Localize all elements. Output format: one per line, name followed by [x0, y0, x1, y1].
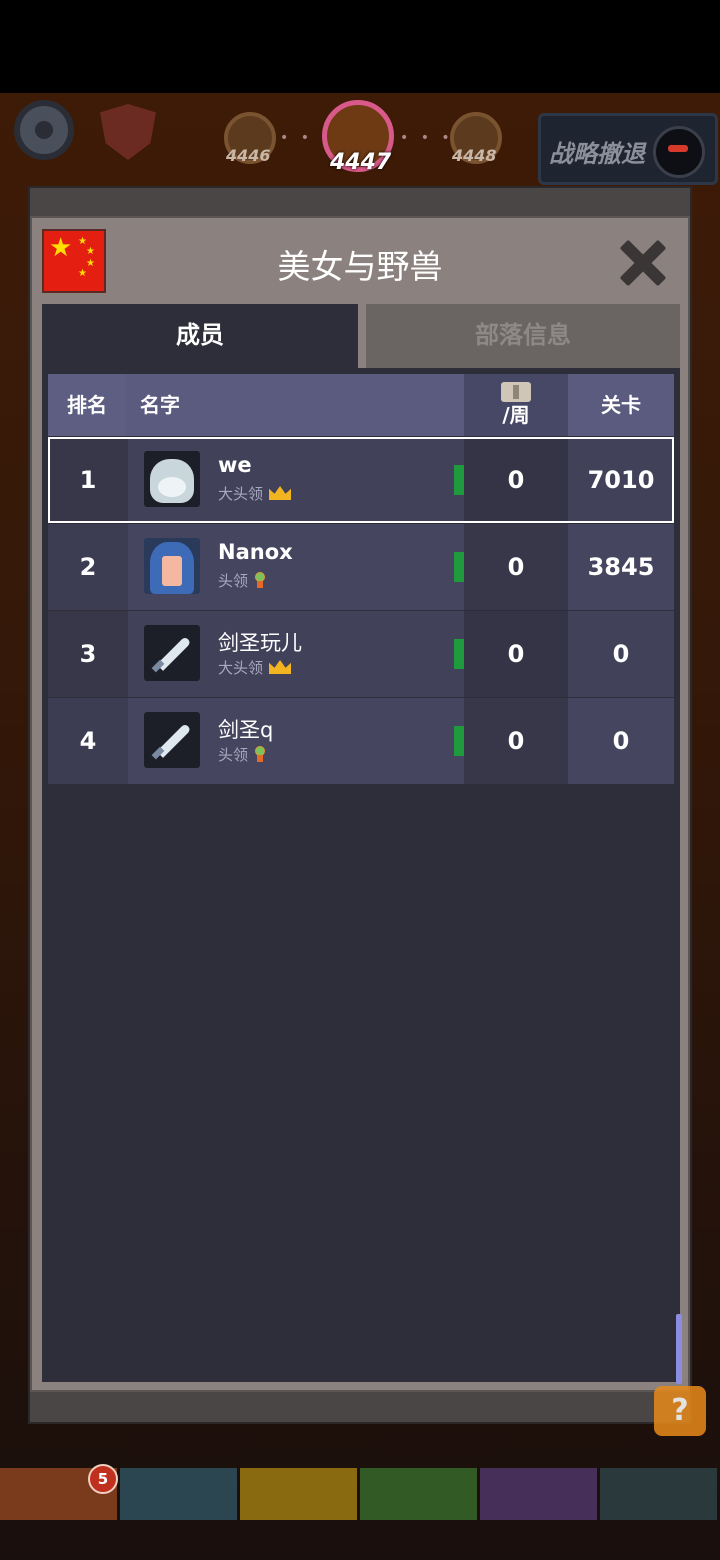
- nav-shield-tab[interactable]: [480, 1468, 597, 1520]
- row-player: 剑圣玩儿 大头领: [128, 611, 502, 697]
- members-table: 排名 名字 /周 关卡 1 we 大头领 0 7010 2 Nanox 头领 0…: [48, 374, 674, 784]
- status-bar: [0, 0, 720, 93]
- player-name: 剑圣玩儿: [218, 631, 302, 655]
- scrollbar[interactable]: [676, 1314, 682, 1384]
- header-per-week: /周: [502, 403, 530, 427]
- crown-icon: [269, 486, 292, 500]
- player-role: 头领: [218, 570, 266, 591]
- role-label: 大头领: [218, 659, 264, 677]
- level-number-prev: 4446: [226, 146, 271, 165]
- close-icon[interactable]: [618, 238, 668, 288]
- nav-shop-tab[interactable]: [600, 1468, 717, 1520]
- nav-armor-tab[interactable]: [240, 1468, 357, 1520]
- role-label: 头领: [218, 572, 249, 590]
- header-rank: 排名: [48, 374, 126, 436]
- row-contribution: 0: [464, 698, 568, 784]
- crown-icon: [269, 660, 292, 674]
- medal-icon: [254, 746, 266, 762]
- level-number-next: 4448: [452, 146, 497, 165]
- player-role: 大头领: [218, 483, 292, 504]
- role-label: 大头领: [218, 485, 264, 503]
- clan-dialog: ★ ★ ★ ★ ★ 美女与野兽 成员 部落信息 排名 名字 /周 关卡 1 we…: [30, 216, 690, 1392]
- tab-members[interactable]: 成员: [42, 304, 358, 368]
- player-role: 大头领: [218, 657, 292, 678]
- clan-title: 美女与野兽: [277, 247, 443, 286]
- settings-gear-icon[interactable]: [14, 100, 74, 160]
- path-dots: • • •: [400, 130, 454, 146]
- row-rank: 3: [48, 611, 128, 697]
- help-button[interactable]: ?: [654, 1386, 706, 1436]
- level-number-current: 4447: [330, 150, 392, 175]
- header-stage: 关卡: [601, 393, 641, 417]
- row-rank: 2: [48, 524, 128, 610]
- row-player: 剑圣q 头领: [128, 698, 502, 784]
- row-stage: 0: [568, 698, 674, 784]
- yeti-avatar[interactable]: [144, 451, 200, 507]
- row-contribution: 0: [464, 524, 568, 610]
- player-role: 头领: [218, 744, 266, 765]
- row-player: we 大头领: [128, 437, 502, 523]
- nav-pet-tab[interactable]: [360, 1468, 477, 1520]
- row-player: Nanox 头领: [128, 524, 502, 610]
- row-rank: 1: [48, 437, 128, 523]
- role-label: 头领: [218, 746, 249, 764]
- tab-clan-info[interactable]: 部落信息: [366, 304, 680, 368]
- row-stage: 3845: [568, 524, 674, 610]
- retreat-label: 战略撤退: [549, 140, 645, 168]
- table-header: 排名 名字 /周 关卡: [48, 374, 674, 436]
- strategic-retreat-button[interactable]: 战略撤退: [538, 113, 718, 185]
- player-name: Nanox: [218, 540, 293, 564]
- header-name: 名字: [140, 393, 180, 417]
- header-weekly-contribution: /周: [464, 374, 568, 436]
- sword-avatar[interactable]: [144, 712, 200, 768]
- nav-helmet-tab[interactable]: [120, 1468, 237, 1520]
- player-name: we: [218, 453, 252, 477]
- members-panel: 排名 名字 /周 关卡 1 we 大头领 0 7010 2 Nanox 头领 0…: [42, 368, 680, 1382]
- devil-icon: [653, 126, 705, 178]
- table-row[interactable]: 4 剑圣q 头领 0 0: [48, 698, 674, 784]
- hooded-avatar[interactable]: [144, 538, 200, 594]
- sword-avatar[interactable]: [144, 625, 200, 681]
- row-contribution: 0: [464, 437, 568, 523]
- player-name: 剑圣q: [218, 718, 274, 742]
- medal-icon: [254, 572, 266, 588]
- row-stage: 0: [568, 611, 674, 697]
- table-row[interactable]: 2 Nanox 头领 0 3845: [48, 524, 674, 610]
- table-row[interactable]: 1 we 大头领 0 7010: [48, 437, 674, 523]
- row-contribution: 0: [464, 611, 568, 697]
- table-row[interactable]: 3 剑圣玩儿 大头领 0 0: [48, 611, 674, 697]
- ticket-icon: [501, 382, 531, 402]
- row-rank: 4: [48, 698, 128, 784]
- row-stage: 7010: [568, 437, 674, 523]
- notification-badge: 5: [88, 1464, 118, 1494]
